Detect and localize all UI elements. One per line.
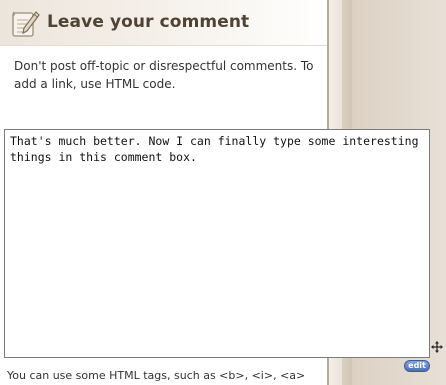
paper-pencil-icon (12, 11, 40, 37)
edit-button[interactable]: edit (404, 360, 430, 372)
html-tags-note: You can use some HTML tags, such as <b>,… (7, 369, 306, 382)
move-handle-icon[interactable] (431, 341, 443, 353)
comment-guidelines: Don't post off-topic or disrespectful co… (14, 59, 314, 91)
page-title: Leave your comment (47, 12, 250, 32)
comment-form-panel: Leave your comment Don't post off-topic … (0, 0, 446, 385)
comment-textarea[interactable] (4, 129, 430, 358)
comment-header: Leave your comment (0, 0, 327, 46)
